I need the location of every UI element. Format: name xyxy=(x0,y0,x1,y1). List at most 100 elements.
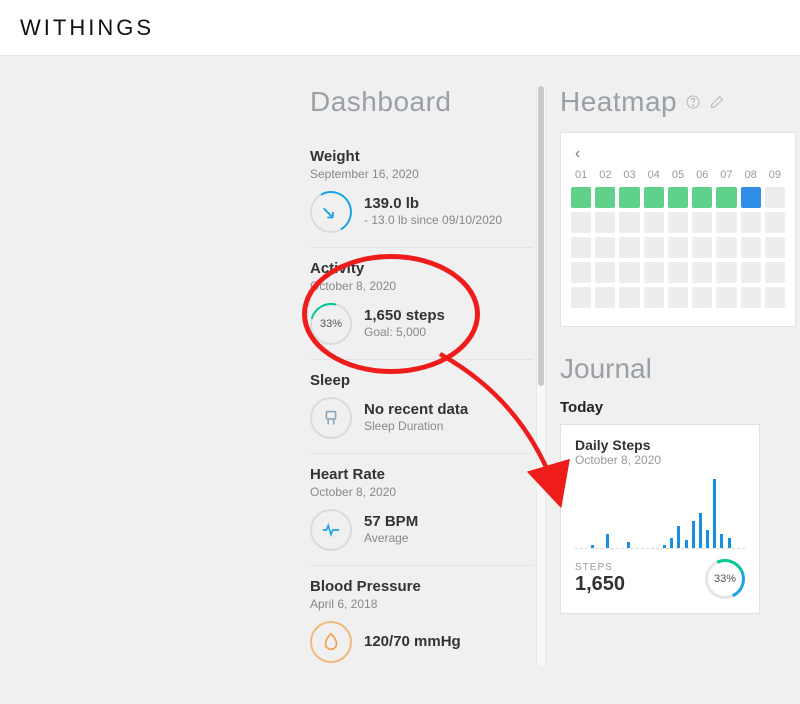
heatmap-cell[interactable] xyxy=(692,212,712,233)
activity-progress-icon: 33% xyxy=(310,303,352,345)
chart-bar xyxy=(720,534,723,548)
heatmap-cell[interactable] xyxy=(741,187,761,208)
heatmap-cell[interactable] xyxy=(692,262,712,283)
weight-delta: - 13.0 lb since 09/10/2020 xyxy=(364,213,502,229)
heatmap-cell[interactable] xyxy=(765,187,785,208)
steps-progress-ring: 33% xyxy=(705,559,745,599)
heatmap-cell[interactable] xyxy=(692,237,712,258)
heatmap-cell[interactable] xyxy=(692,287,712,308)
chart-bar xyxy=(670,538,673,548)
heatmap-cell[interactable] xyxy=(595,287,615,308)
heartrate-title: Heart Rate xyxy=(310,466,532,483)
sleep-section[interactable]: Sleep No recent data Sleep Duration xyxy=(310,360,532,454)
activity-percent: 33% xyxy=(320,318,342,330)
chart-bar xyxy=(606,534,609,548)
chart-bar xyxy=(706,530,709,548)
sleep-icon xyxy=(310,397,352,439)
heatmap-title: Heatmap xyxy=(560,86,677,118)
heatmap-cell[interactable] xyxy=(741,212,761,233)
top-bar: WITHINGS xyxy=(0,0,800,56)
bp-date: April 6, 2018 xyxy=(310,597,532,611)
heatmap-day-label: 02 xyxy=(595,169,615,181)
heatmap-cell[interactable] xyxy=(644,287,664,308)
heatmap-cell[interactable] xyxy=(741,262,761,283)
sleep-sub: Sleep Duration xyxy=(364,419,468,435)
scrollbar-thumb[interactable] xyxy=(538,86,544,386)
heatmap-cell[interactable] xyxy=(619,262,639,283)
weight-title: Weight xyxy=(310,148,532,165)
heatmap-box: ‹ 010203040506070809 xyxy=(560,132,796,327)
chart-bar xyxy=(685,540,688,548)
edit-icon[interactable] xyxy=(709,94,725,110)
heatmap-cell[interactable] xyxy=(741,287,761,308)
heartrate-icon xyxy=(310,509,352,551)
chart-bar xyxy=(663,545,666,548)
heatmap-day-headers: 010203040506070809 xyxy=(571,169,785,181)
journal-today-label: Today xyxy=(560,399,796,416)
heatmap-cell[interactable] xyxy=(644,212,664,233)
chart-bar xyxy=(699,513,702,548)
heatmap-day-label: 06 xyxy=(692,169,712,181)
heatmap-cell[interactable] xyxy=(571,237,591,258)
heatmap-cell[interactable] xyxy=(668,237,688,258)
heatmap-cell[interactable] xyxy=(595,262,615,283)
heatmap-cell[interactable] xyxy=(741,237,761,258)
chart-bar xyxy=(591,545,594,548)
heatmap-cell[interactable] xyxy=(619,212,639,233)
weight-date: September 16, 2020 xyxy=(310,167,532,181)
heatmap-cell[interactable] xyxy=(619,287,639,308)
bp-title: Blood Pressure xyxy=(310,578,532,595)
dashboard-column: Dashboard Weight September 16, 2020 139.… xyxy=(310,86,532,677)
heatmap-cell[interactable] xyxy=(765,237,785,258)
heatmap-cell[interactable] xyxy=(716,287,736,308)
heatmap-cell[interactable] xyxy=(571,262,591,283)
heatmap-cell[interactable] xyxy=(765,212,785,233)
heatmap-day-label: 07 xyxy=(716,169,736,181)
heatmap-cell[interactable] xyxy=(692,187,712,208)
steps-label: STEPS xyxy=(575,562,625,573)
heatmap-day-label: 08 xyxy=(741,169,761,181)
help-icon[interactable] xyxy=(685,94,701,110)
weight-section[interactable]: Weight September 16, 2020 139.0 lb - 13.… xyxy=(310,136,532,248)
bloodpressure-section[interactable]: Blood Pressure April 6, 2018 120/70 mmHg xyxy=(310,566,532,677)
sleep-title: Sleep xyxy=(310,372,532,389)
heatmap-cell[interactable] xyxy=(668,287,688,308)
heatmap-cell[interactable] xyxy=(668,187,688,208)
heatmap-cell[interactable] xyxy=(716,262,736,283)
activity-goal: Goal: 5,000 xyxy=(364,325,445,341)
heatmap-cell[interactable] xyxy=(765,287,785,308)
activity-title: Activity xyxy=(310,260,532,277)
heatmap-cell[interactable] xyxy=(668,262,688,283)
heatmap-cell[interactable] xyxy=(716,212,736,233)
vertical-scrollbar[interactable] xyxy=(536,86,546,666)
heatmap-cell[interactable] xyxy=(619,187,639,208)
heatmap-cell[interactable] xyxy=(765,262,785,283)
chart-bar xyxy=(692,521,695,548)
heatmap-cell[interactable] xyxy=(644,187,664,208)
heatmap-cell[interactable] xyxy=(644,262,664,283)
heatmap-cell[interactable] xyxy=(644,237,664,258)
activity-value: 1,650 steps xyxy=(364,307,445,325)
activity-section[interactable]: Activity October 8, 2020 33% 1,650 steps… xyxy=(310,248,532,360)
heatmap-cell[interactable] xyxy=(668,212,688,233)
steps-percent: 33% xyxy=(714,573,736,585)
heatmap-cell[interactable] xyxy=(571,212,591,233)
left-empty xyxy=(0,86,310,677)
heatmap-prev-button[interactable]: ‹ xyxy=(571,143,785,165)
daily-steps-card[interactable]: Daily Steps October 8, 2020 STEPS 1,650 … xyxy=(560,424,760,614)
heatmap-cell[interactable] xyxy=(571,187,591,208)
heatmap-cell[interactable] xyxy=(595,187,615,208)
heatmap-cell[interactable] xyxy=(619,237,639,258)
heatmap-cell[interactable] xyxy=(716,237,736,258)
heatmap-day-label: 05 xyxy=(668,169,688,181)
heatmap-grid[interactable] xyxy=(571,187,785,308)
heatmap-cell[interactable] xyxy=(595,237,615,258)
heatmap-cell[interactable] xyxy=(716,187,736,208)
chart-bar xyxy=(713,479,716,548)
heartrate-section[interactable]: Heart Rate October 8, 2020 57 BPM Averag… xyxy=(310,454,532,566)
steps-value: 1,650 xyxy=(575,573,625,596)
heatmap-day-label: 03 xyxy=(619,169,639,181)
heatmap-cell[interactable] xyxy=(571,287,591,308)
heatmap-cell[interactable] xyxy=(595,212,615,233)
journal-title: Journal xyxy=(560,353,796,385)
